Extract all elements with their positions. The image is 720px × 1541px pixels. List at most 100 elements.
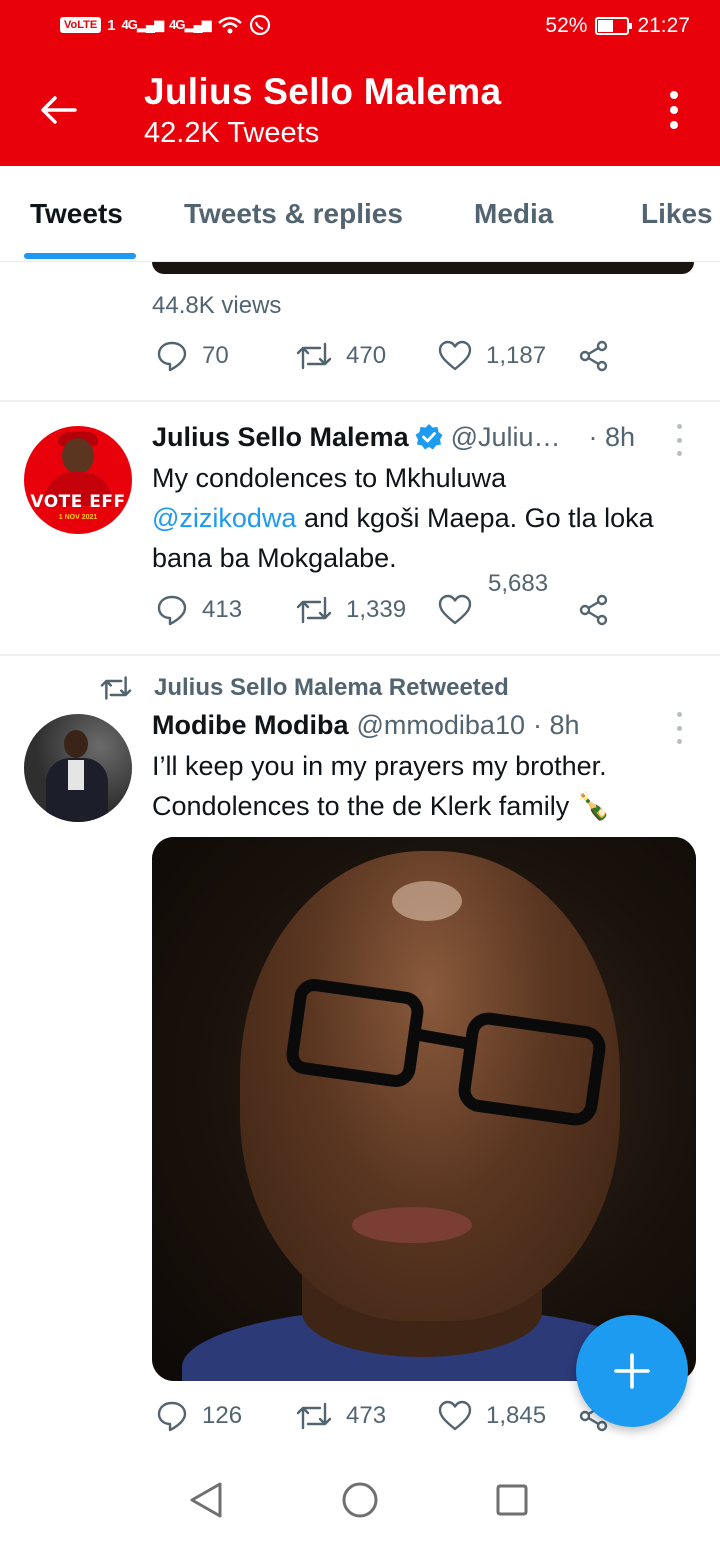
view-count: 44.8K views (152, 292, 282, 319)
back-button[interactable] (36, 88, 80, 132)
retweet-icon (296, 1402, 332, 1430)
signal-icon-2: 4G▂▄▆ (169, 17, 212, 32)
tweet-more-button[interactable] (674, 424, 684, 456)
retweeted-by-label[interactable]: Julius Sello Malema Retweeted (154, 674, 509, 702)
avatar-vote-text: VOTE EFF (30, 492, 126, 512)
active-tab-indicator (24, 253, 136, 259)
profile-header: VoLTE 1 4G▂▄▆ 4G▂▄▆ 52% 21:27 Julius Sel… (0, 0, 720, 166)
reply-button[interactable]: 70 (156, 340, 229, 372)
more-options-button[interactable] (664, 88, 684, 132)
tab-media[interactable]: Media (474, 198, 553, 230)
like-button[interactable]: 1,845 (438, 1400, 546, 1432)
author-handle[interactable]: @Juliu… (451, 422, 561, 453)
battery-percent: 52% (545, 14, 588, 37)
mention-link[interactable]: @zizikodwa (152, 503, 296, 533)
tweet-divider (0, 400, 720, 402)
retweet-button[interactable]: 1,339 (296, 594, 406, 626)
tweet-text-part: My condolences to Mkhuluwa (152, 463, 507, 493)
more-dot (676, 739, 682, 744)
retweet-icon (296, 342, 332, 370)
photo-lips (352, 1207, 472, 1243)
tweet-text: I’ll keep you in my prayers my brother. … (152, 751, 611, 821)
network-type-2: 4G (169, 17, 185, 32)
like-icon (438, 594, 472, 625)
sim-indicator: 1 (107, 16, 116, 34)
more-dot (676, 725, 682, 731)
tweet-actions: 413 1,339 (152, 594, 622, 634)
tweet-more-button[interactable] (674, 712, 684, 744)
like-icon (438, 1400, 472, 1431)
plus-icon (614, 1353, 650, 1389)
tweet-time[interactable]: · 8h (533, 710, 580, 741)
nav-recents-button[interactable] (490, 1478, 534, 1522)
volte-badge: VoLTE (60, 17, 102, 33)
tab-likes[interactable]: Likes (641, 198, 713, 230)
reply-button[interactable]: 126 (156, 1400, 242, 1432)
share-button[interactable] (578, 594, 610, 626)
status-left: VoLTE 1 4G▂▄▆ 4G▂▄▆ (60, 14, 271, 36)
author-name[interactable]: Julius Sello Malema (152, 422, 409, 453)
retweet-icon (100, 676, 132, 700)
clock: 21:27 (637, 14, 690, 37)
retweet-button[interactable]: 473 (296, 1400, 386, 1432)
status-right: 52% 21:27 (545, 14, 690, 38)
tab-tweets-replies[interactable]: Tweets & replies (184, 198, 403, 230)
reply-icon (157, 595, 187, 626)
more-vertical-icon (676, 712, 682, 717)
more-dot (676, 451, 682, 456)
avatar[interactable] (24, 714, 132, 822)
like-button[interactable] (438, 594, 472, 626)
retweet-count: 470 (346, 342, 387, 369)
battery-fill (598, 20, 614, 32)
like-icon (438, 340, 472, 371)
back-arrow-icon (41, 96, 77, 124)
compose-tweet-button[interactable] (576, 1315, 688, 1427)
more-dot (676, 437, 682, 443)
like-button[interactable]: 1,187 (438, 340, 546, 372)
profile-title-block: Julius Sello Malema 42.2K Tweets (144, 70, 501, 150)
network-type-1: 4G (121, 17, 138, 32)
nav-home-icon (342, 1482, 378, 1518)
tweet-actions: 70 470 1,187 (152, 340, 622, 380)
retweet-button[interactable]: 470 (296, 340, 386, 372)
avatar[interactable]: VOTE EFF 1 NOV 2021 (24, 426, 132, 534)
like-count: 5,683 (488, 570, 549, 597)
tweet-media-cropped[interactable] (152, 262, 694, 274)
retweet-count: 1,339 (346, 596, 407, 623)
profile-name: Julius Sello Malema (144, 71, 502, 112)
tweet-divider (0, 654, 720, 656)
reply-button[interactable]: 413 (156, 594, 242, 626)
retweeted-indicator: Julius Sello Malema Retweeted (100, 674, 509, 702)
avatar-head (64, 730, 88, 758)
avatar-face (62, 438, 94, 474)
tweet-text: My condolences to Mkhuluwa @zizikodwa an… (152, 458, 692, 578)
share-icon (579, 594, 608, 626)
retweet-icon (296, 596, 332, 624)
reply-count: 126 (202, 1402, 243, 1429)
nav-recents-icon (496, 1484, 528, 1516)
photo-glasses-right (455, 1009, 609, 1129)
tweet-time[interactable]: · 8h (589, 422, 636, 453)
profile-tabs: Tweets Tweets & replies Media Likes (0, 166, 720, 262)
author-handle[interactable]: @mmodiba10 (356, 710, 525, 741)
share-button[interactable] (578, 340, 610, 372)
nav-home-button[interactable] (338, 1478, 382, 1522)
photo-glasses-left (283, 976, 427, 1090)
avatar-shirt (68, 760, 84, 790)
tweet-photo[interactable] (152, 837, 696, 1381)
author-name[interactable]: Modibe Modiba (152, 710, 348, 741)
reply-count: 413 (202, 596, 243, 623)
more-dot (670, 106, 678, 114)
more-vertical-icon (670, 91, 678, 99)
tab-tweets[interactable]: Tweets (30, 198, 123, 230)
nav-back-button[interactable] (184, 1478, 228, 1522)
signal-icon: 4G▂▄▆ (121, 17, 165, 32)
battery-icon (595, 17, 633, 35)
like-count: 1,845 (486, 1402, 547, 1429)
tweet-count: 42.2K Tweets (144, 117, 320, 149)
tweet-header: Julius Sello Malema @Juliu… · 8h (152, 419, 635, 455)
like-count: 1,187 (486, 342, 547, 369)
retweet-count: 473 (346, 1402, 387, 1429)
avatar-date-text: 1 NOV 2021 (58, 514, 98, 521)
tweet-header: Modibe Modiba @mmodiba10 · 8h (152, 707, 580, 743)
